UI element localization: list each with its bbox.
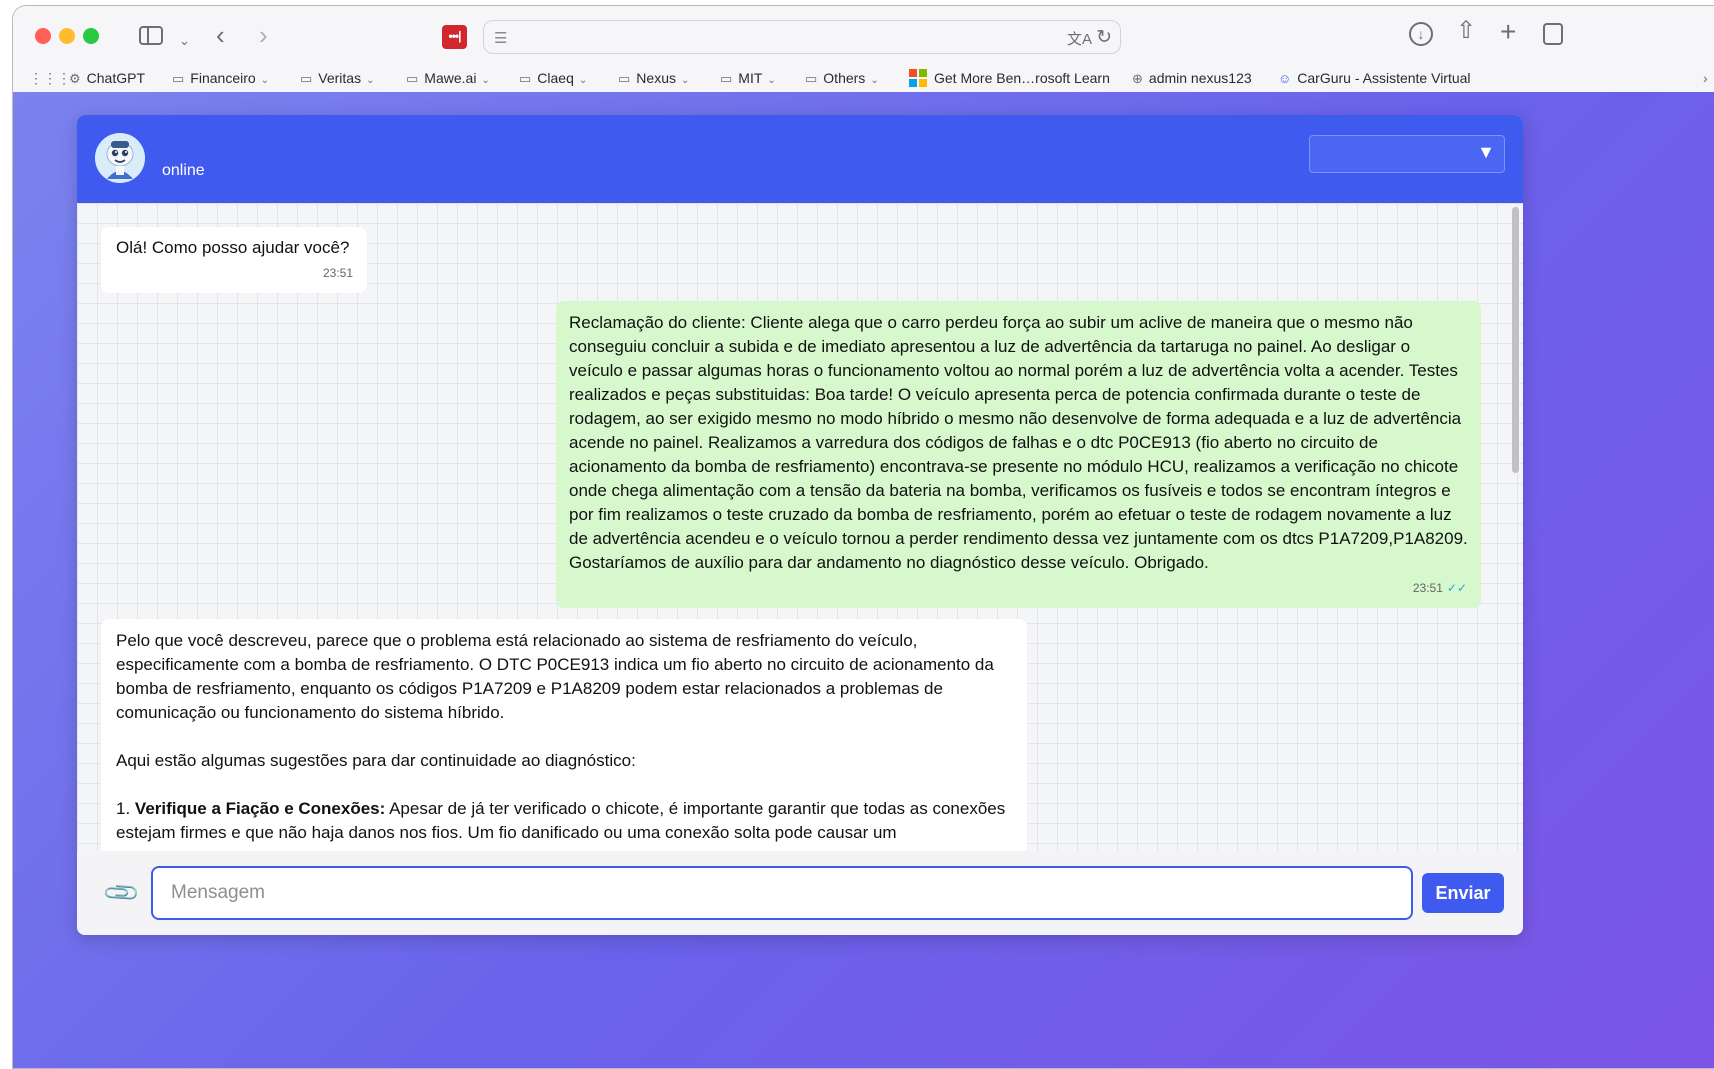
chevron-down-icon: ⌄	[366, 75, 375, 86]
folder-icon: ▭	[172, 71, 185, 86]
bookmark-folder-nexus[interactable]: ▭ Nexus ⌄	[618, 69, 689, 90]
chevron-down-icon: ⌄	[578, 75, 588, 86]
message-input-bar: 📎 Enviar	[77, 851, 1523, 935]
openai-icon: ⚙	[69, 71, 81, 86]
microsoft-icon	[909, 69, 927, 87]
bookmarks-overflow-icon[interactable]: ›	[1703, 69, 1708, 87]
bookmarks-bar: ⋮⋮⋮ ⚙ ChatGPT ▭ Financeiro ⌄ ▭ Veritas ⌄ ▭ Maw…	[13, 64, 1714, 92]
zoom-window-button[interactable]	[83, 28, 99, 44]
bookmark-chatgpt[interactable]: ⚙ ChatGPT	[69, 69, 145, 88]
reply-list-item: 1. Verifique a Fiação e Conexões: Apesar…	[116, 797, 1012, 845]
chevron-down-icon: ⌄	[870, 75, 879, 86]
folder-icon: ▭	[519, 71, 532, 86]
bookmark-folder-claeq[interactable]: ▭ Claeq ⌄	[519, 69, 587, 90]
chevron-down-icon: ⌄	[767, 75, 776, 86]
reload-icon[interactable]: ↻	[1096, 26, 1112, 49]
bookmark-microsoft-learn[interactable]: Get More Ben…rosoft Learn	[909, 69, 1110, 87]
bot-message-reply: Pelo que você descreveu, parece que o pr…	[101, 619, 1027, 851]
apps-grid-icon[interactable]: ⋮⋮⋮	[29, 69, 71, 87]
bookmark-folder-mit[interactable]: ▭ MIT ⌄	[720, 69, 776, 90]
back-icon[interactable]: ‹	[216, 22, 225, 48]
browser-window: ⌄ ‹ › •••| ☰ 文A ↻ ↓ ⇧ + ⋮⋮⋮ ⚙ ChatGPT ▭ Fi…	[12, 5, 1714, 1069]
message-time-group: 23:51 ✓✓	[1413, 576, 1467, 600]
folder-icon: ▭	[406, 71, 419, 86]
folder-icon: ▭	[300, 71, 313, 86]
send-button[interactable]: Enviar	[1422, 873, 1504, 913]
bookmark-folder-mawe[interactable]: ▭ Mawe.ai ⌄	[406, 69, 490, 90]
bot-avatar	[95, 133, 145, 183]
folder-icon: ▭	[805, 71, 818, 86]
chat-selector-dropdown[interactable]: ▼	[1309, 135, 1505, 173]
chevron-down-icon: ⌄	[260, 75, 270, 86]
bot-message-greeting: Olá! Como posso ajudar você? 23:51	[101, 227, 367, 293]
page-menu-icon[interactable]: ☰	[494, 29, 507, 47]
bookmark-folder-others[interactable]: ▭ Others ⌄	[805, 69, 879, 90]
robot-avatar-icon	[95, 133, 145, 183]
bookmark-folder-financeiro[interactable]: ▭ Financeiro ⌄	[172, 69, 269, 90]
chevron-down-icon: ⌄	[680, 75, 690, 86]
message-text: Reclamação do cliente: Cliente alega que…	[569, 313, 1468, 572]
message-time: 23:51	[322, 266, 353, 280]
folder-icon: ▭	[720, 71, 733, 86]
message-scrollbar[interactable]	[1512, 207, 1519, 473]
message-list[interactable]: Olá! Como posso ajudar você? 23:51 Recla…	[77, 203, 1523, 851]
message-input[interactable]	[151, 866, 1413, 920]
globe-icon: ⊕	[1132, 71, 1143, 86]
list-item-title: Verifique a Fiação e Conexões:	[134, 799, 386, 818]
browser-toolbar: ⌄ ‹ › •••| ☰ 文A ↻ ↓ ⇧ +	[13, 6, 1714, 66]
read-ticks-icon: ✓✓	[1446, 581, 1467, 595]
message-time: 23:51	[1412, 581, 1443, 595]
chat-header: online ▼	[77, 115, 1523, 203]
close-window-button[interactable]	[35, 28, 51, 44]
bookmark-folder-veritas[interactable]: ▭ Veritas ⌄	[300, 69, 375, 90]
folder-icon: ▭	[618, 71, 631, 86]
sidebar-toggle-icon[interactable]	[139, 26, 163, 45]
forward-icon[interactable]: ›	[259, 22, 268, 48]
download-icon[interactable]: ↓	[1409, 22, 1433, 46]
bookmark-admin-nexus[interactable]: ⊕ admin nexus123	[1132, 69, 1252, 88]
message-text: Olá! Como posso ajudar você?	[116, 238, 350, 257]
share-icon[interactable]: ⇧	[1456, 19, 1476, 43]
address-bar[interactable]: ☰ 文A ↻	[483, 20, 1121, 54]
carguru-icon: ☺	[1278, 71, 1292, 86]
reply-paragraph: Pelo que você descreveu, parece que o pr…	[116, 631, 994, 722]
translate-icon[interactable]: 文A	[1067, 28, 1092, 49]
tab-overview-icon[interactable]	[1543, 23, 1563, 45]
list-number: 1.	[116, 799, 131, 818]
dropdown-arrow-icon: ▼	[1477, 142, 1495, 162]
bookmark-carguru[interactable]: ☺ CarGuru - Assistente Virtual	[1278, 69, 1471, 88]
chevron-down-icon: ⌄	[481, 75, 490, 86]
online-status: online	[162, 162, 205, 179]
page-background: online ▼ Olá! Como posso ajudar você? 23…	[13, 92, 1714, 1068]
minimize-window-button[interactable]	[59, 28, 75, 44]
attach-icon[interactable]: 📎	[101, 873, 143, 915]
reply-paragraph: Aqui estão algumas sugestões para dar co…	[116, 751, 636, 770]
password-manager-extension-icon[interactable]: •••|	[442, 25, 467, 49]
chevron-down-icon[interactable]: ⌄	[179, 30, 190, 52]
new-tab-icon[interactable]: +	[1500, 18, 1516, 46]
chat-window: online ▼ Olá! Como posso ajudar você? 23…	[77, 115, 1523, 935]
user-message: Reclamação do cliente: Cliente alega que…	[556, 301, 1481, 608]
